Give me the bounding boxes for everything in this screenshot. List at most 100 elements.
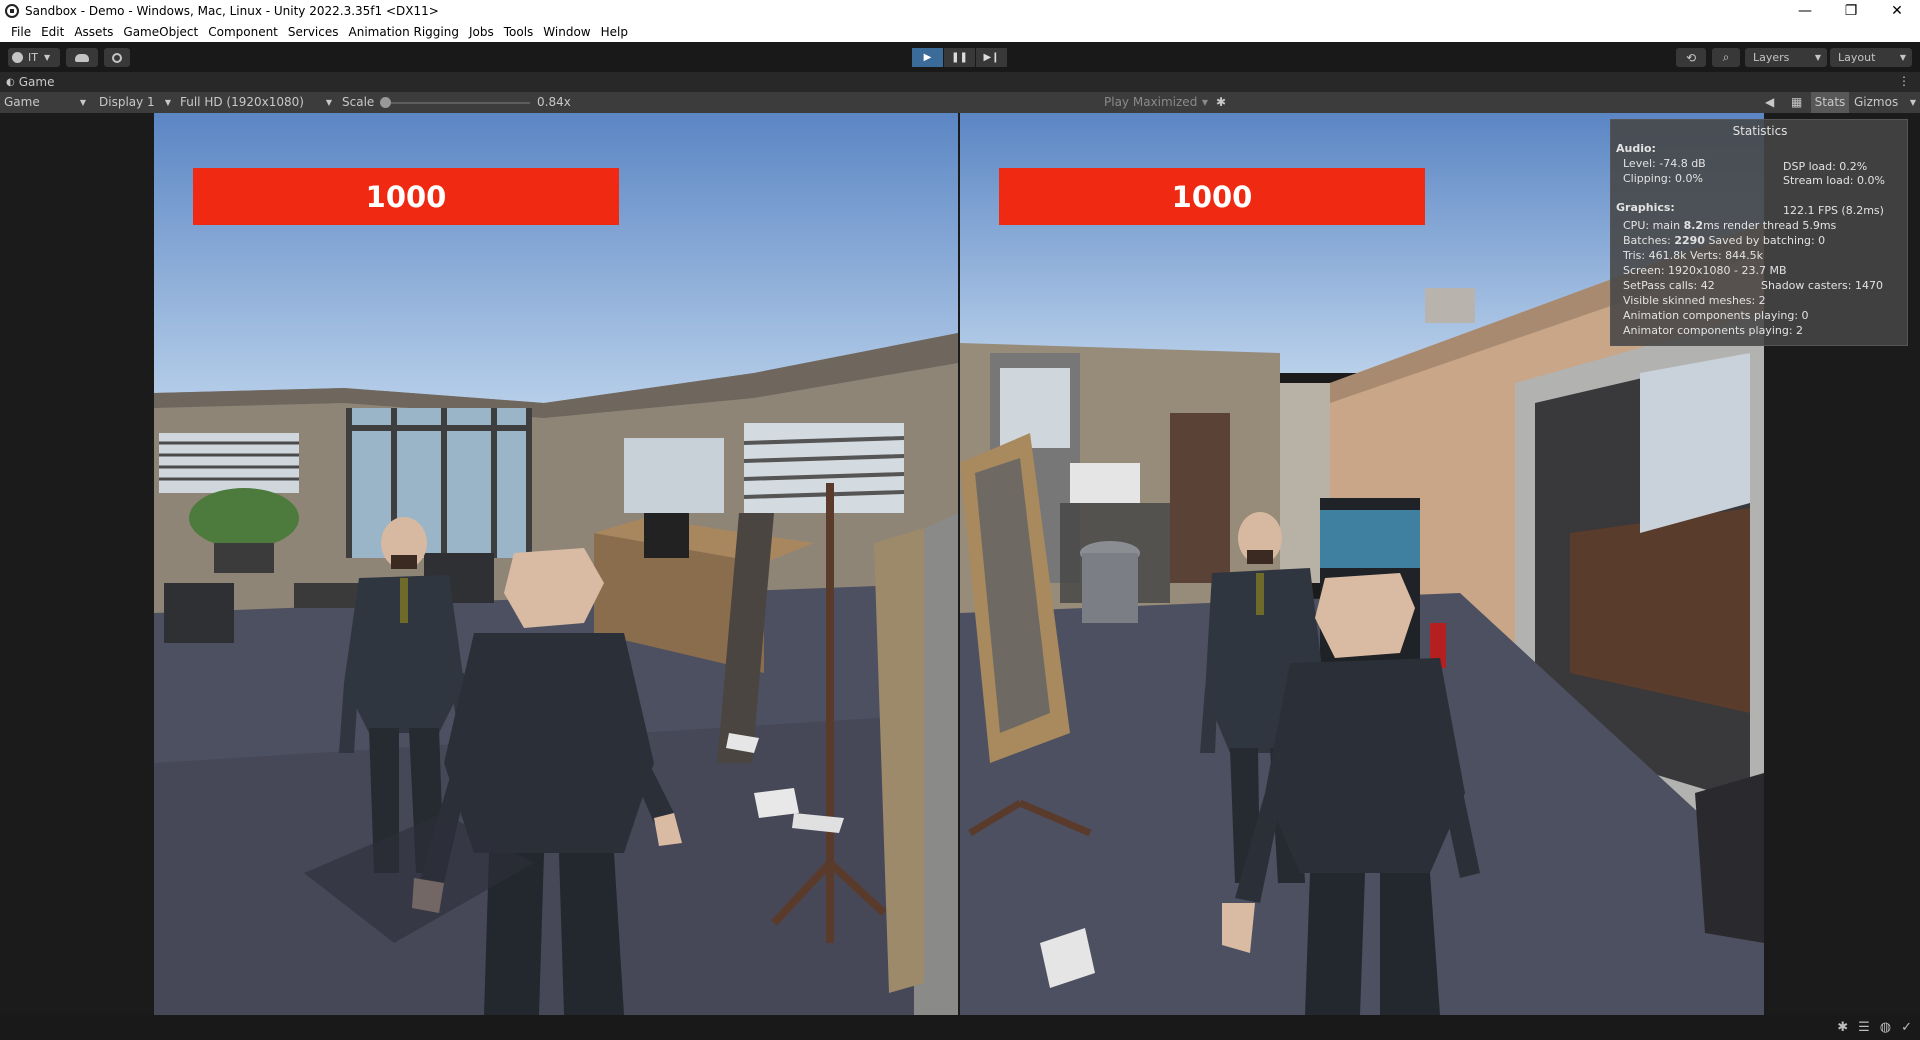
cpu-timing: CPU: main 8.2ms render thread 5.9ms <box>1623 219 1837 232</box>
statistics-title: Statistics <box>1732 124 1788 138</box>
minimize-button[interactable]: — <box>1782 0 1828 22</box>
step-icon: ▶❙ <box>983 52 1000 63</box>
restore-button[interactable]: ❐ <box>1828 0 1874 22</box>
globe-icon[interactable]: ◍ <box>1880 1020 1891 1035</box>
scale-slider-thumb[interactable] <box>380 97 391 108</box>
menu-gameobject[interactable]: GameObject <box>118 22 203 42</box>
left-scene-render <box>154 113 958 1015</box>
frame-debugger-button[interactable]: ✱ <box>1216 92 1226 113</box>
layers-dropdown[interactable]: Layers ▼ <box>1745 48 1827 67</box>
menu-edit[interactable]: Edit <box>36 22 69 42</box>
unity-logo-icon <box>5 4 19 18</box>
more-options-icon[interactable]: ⋮ <box>1898 74 1910 88</box>
menu-services[interactable]: Services <box>283 22 344 42</box>
chevron-down-icon: ▼ <box>79 98 86 107</box>
view-select[interactable]: Game ▼ <box>4 92 88 113</box>
search-button[interactable]: ⌕ <box>1712 48 1740 67</box>
window-title: Sandbox - Demo - Windows, Mac, Linux - U… <box>25 4 439 18</box>
game-view-toolbar: Game ▼ Display 1 ▼ Full HD (1920x1080) ▼… <box>0 92 1920 113</box>
gizmos-label: Gizmos <box>1854 95 1899 109</box>
collab-button[interactable] <box>104 48 130 67</box>
chevron-down-icon: ▼ <box>325 98 332 107</box>
display-select-label: Display 1 <box>99 95 155 109</box>
gamepad-icon: ◐ <box>6 76 15 88</box>
dsp-load: DSP load: 0.2% <box>1783 160 1868 173</box>
skinned-meshes: Visible skinned meshes: 2 <box>1623 294 1766 307</box>
menu-bar: File Edit Assets GameObject Component Se… <box>0 22 1920 42</box>
menu-tools[interactable]: Tools <box>499 22 539 42</box>
score-display-left: 1000 <box>193 168 619 225</box>
shadow-casters: Shadow casters: 1470 <box>1761 279 1883 292</box>
scale-value: 0.84x <box>537 95 571 109</box>
layers-label: Layers <box>1753 51 1790 64</box>
bug-icon: ✱ <box>1216 95 1227 109</box>
view-select-label: Game <box>4 95 40 109</box>
audio-header: Audio: <box>1616 142 1656 155</box>
cloud-button[interactable] <box>66 48 98 67</box>
play-mode-label: Play Maximized <box>1104 95 1198 109</box>
window-title-bar: Sandbox - Demo - Windows, Mac, Linux - U… <box>0 0 1920 22</box>
display-select[interactable]: Display 1 ▼ <box>99 92 171 113</box>
speaker-icon: ◀ <box>1765 95 1775 109</box>
tab-game[interactable]: ◐ Game <box>6 72 54 92</box>
resolution-select[interactable]: Full HD (1920x1080) ▼ <box>180 92 332 113</box>
audio-clipping: Clipping: 0.0% <box>1623 172 1703 185</box>
menu-window[interactable]: Window <box>538 22 595 42</box>
chevron-down-icon: ▼ <box>43 53 51 62</box>
game-tab-bar: ◐ Game ⋮ <box>0 72 1920 92</box>
scale-slider-track[interactable] <box>383 102 530 104</box>
status-bar: ✱ ☰ ◍ ✓ <box>0 1015 1920 1040</box>
pause-button[interactable]: ❚❚ <box>944 48 975 67</box>
game-view-left-camera: 1000 <box>154 113 958 1015</box>
stats-button[interactable]: Stats <box>1811 92 1849 113</box>
layout-dropdown[interactable]: Layout ▼ <box>1830 48 1912 67</box>
play-mode-select[interactable]: Play Maximized ▼ <box>1104 92 1208 113</box>
stream-load: Stream load: 0.0% <box>1783 174 1885 187</box>
setpass-calls: SetPass calls: 42 <box>1623 279 1715 292</box>
chevron-down-icon: ▼ <box>1899 53 1906 62</box>
account-dropdown[interactable]: IT ▼ <box>8 48 60 67</box>
menu-file[interactable]: File <box>6 22 36 42</box>
play-controls: ▶ ❚❚ ▶❙ <box>912 48 1007 67</box>
screen-info: Screen: 1920x1080 - 23.7 MB <box>1623 264 1787 277</box>
pause-icon: ❚❚ <box>951 52 968 63</box>
tab-game-label: Game <box>18 75 55 89</box>
statistics-panel: Statistics Audio: Level: -74.8 dB Clippi… <box>1610 119 1908 346</box>
resolution-select-label: Full HD (1920x1080) <box>180 95 304 109</box>
audio-level: Level: -74.8 dB <box>1623 157 1706 170</box>
settings-icon <box>112 52 122 63</box>
scale-label: Scale <box>342 95 375 109</box>
play-icon: ▶ <box>923 52 932 63</box>
animation-components: Animation components playing: 0 <box>1623 309 1809 322</box>
menu-jobs[interactable]: Jobs <box>464 22 499 42</box>
chevron-down-icon: ▼ <box>1814 53 1821 62</box>
menu-assets[interactable]: Assets <box>69 22 118 42</box>
search-icon: ⌕ <box>1722 50 1730 64</box>
step-button[interactable]: ▶❙ <box>976 48 1007 67</box>
keyboard-shortcuts-button[interactable]: ▦ <box>1791 92 1802 113</box>
batches: Batches: 2290 Saved by batching: 0 <box>1623 234 1826 247</box>
animator-components: Animator components playing: 2 <box>1623 324 1804 337</box>
chevron-down-icon: ▼ <box>164 98 171 107</box>
keyboard-icon: ▦ <box>1791 95 1803 109</box>
gizmos-dropdown[interactable]: Gizmos ▼ <box>1854 92 1916 113</box>
fps-readout: 122.1 FPS (8.2ms) <box>1783 204 1884 217</box>
menu-component[interactable]: Component <box>203 22 283 42</box>
score-display-right: 1000 <box>999 168 1425 225</box>
main-toolbar: IT ▼ ▶ ❚❚ ▶❙ ⟲ ⌕ Layers ▼ Layout ▼ <box>0 42 1920 72</box>
layers-stack-icon[interactable]: ☰ <box>1858 1020 1870 1035</box>
account-icon <box>12 52 23 63</box>
account-label: IT <box>28 51 38 64</box>
undo-history-button[interactable]: ⟲ <box>1676 48 1706 67</box>
chevron-down-icon: ▼ <box>1201 98 1208 107</box>
tris-verts: Tris: 461.8k Verts: 844.5k <box>1623 249 1764 262</box>
graphics-header: Graphics: <box>1616 201 1675 214</box>
menu-animation-rigging[interactable]: Animation Rigging <box>344 22 464 42</box>
layout-label: Layout <box>1838 51 1876 64</box>
close-button[interactable]: ✕ <box>1874 0 1920 22</box>
mute-audio-button[interactable]: ◀ <box>1765 92 1774 113</box>
check-circle-icon[interactable]: ✓ <box>1901 1020 1912 1035</box>
menu-help[interactable]: Help <box>596 22 633 42</box>
debug-icon[interactable]: ✱ <box>1837 1020 1848 1035</box>
play-button[interactable]: ▶ <box>912 48 943 67</box>
